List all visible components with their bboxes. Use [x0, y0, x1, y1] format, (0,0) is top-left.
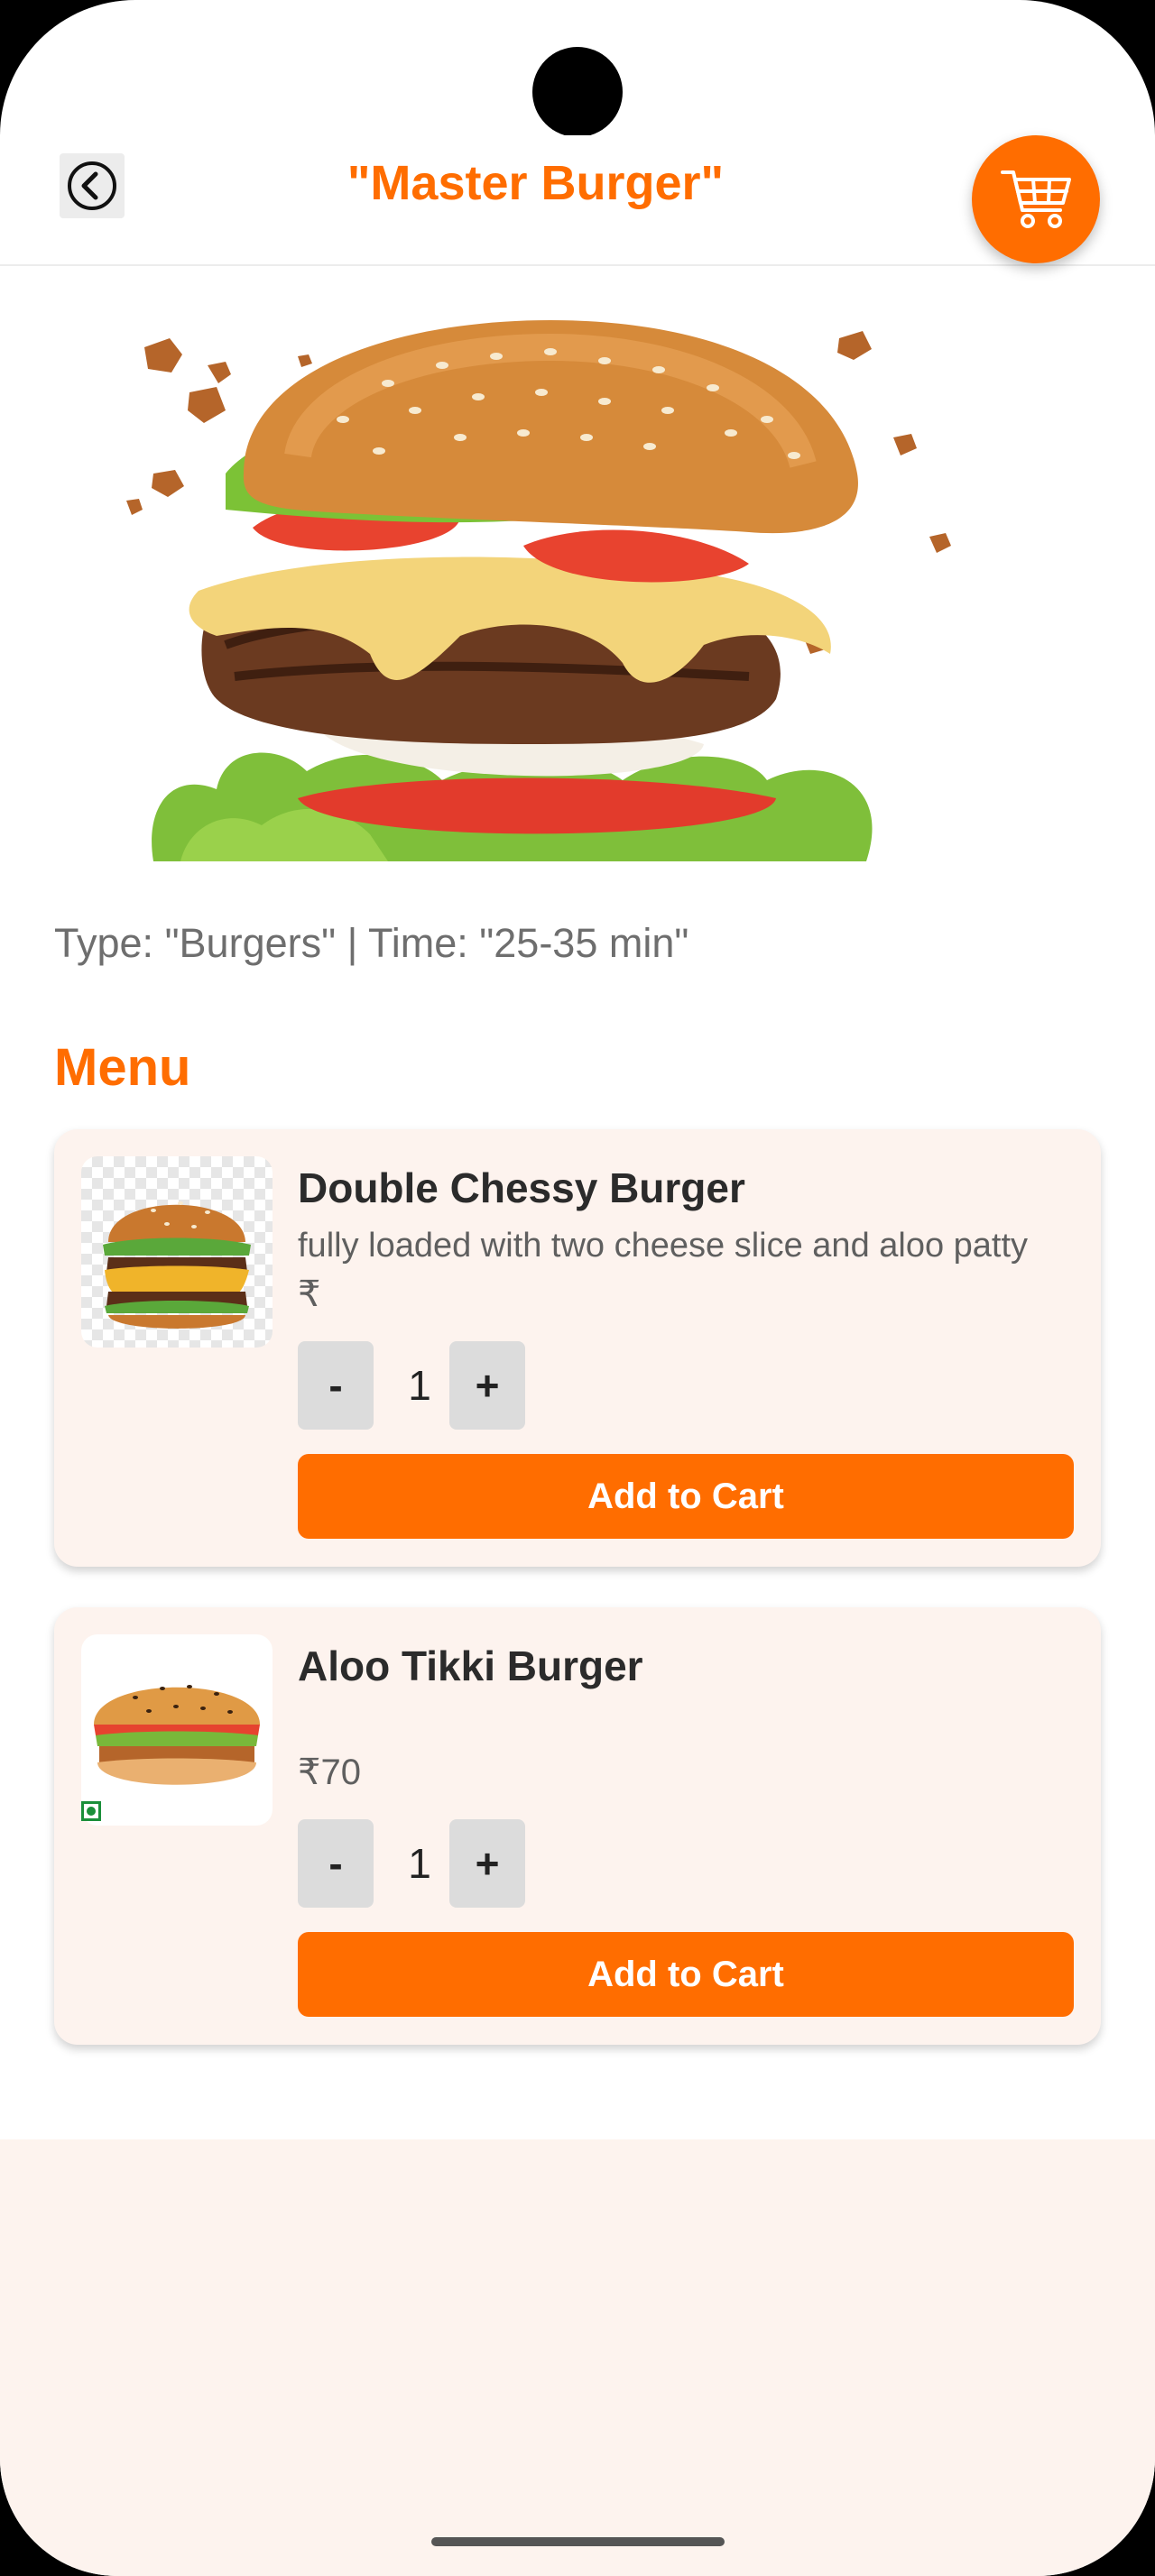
app-screen: "Master Burger" Type: "Burgers" | Time: … [0, 0, 1155, 2576]
front-camera [532, 47, 623, 137]
item-name: Double Chessy Burger [298, 1164, 745, 1211]
restaurant-meta: Type: "Burgers" | Time: "25-35 min" [54, 920, 689, 966]
page-title: "Master Burger" [346, 156, 725, 210]
increase-quantity-button[interactable]: + [449, 1341, 525, 1430]
quantity-value: 1 [408, 1840, 431, 1887]
top-app-bar: "Master Burger" [0, 135, 1155, 266]
veg-indicator-icon [81, 1801, 101, 1821]
item-price: ₹ [298, 1274, 321, 1314]
add-to-cart-button[interactable]: Add to Cart [298, 1932, 1074, 2017]
footer-area [0, 2139, 1155, 2576]
cart-button[interactable] [972, 135, 1100, 263]
menu-item-card: Aloo Tikki Burger ₹70 - 1 + Add to Cart [54, 1607, 1101, 2045]
restaurant-hero-image [126, 320, 951, 861]
add-to-cart-button[interactable]: Add to Cart [298, 1454, 1074, 1539]
decrease-quantity-button[interactable]: - [298, 1819, 374, 1908]
item-image [81, 1156, 273, 1348]
quantity-value: 1 [408, 1362, 431, 1409]
burger-image [103, 1201, 251, 1329]
menu-heading: Menu [54, 1038, 191, 1097]
decrease-quantity-button[interactable]: - [298, 1341, 374, 1430]
item-name: Aloo Tikki Burger [298, 1642, 643, 1689]
burger-image [94, 1685, 260, 1785]
home-indicator[interactable] [431, 2537, 725, 2546]
item-image [81, 1634, 273, 1826]
increase-quantity-button[interactable]: + [449, 1819, 525, 1908]
shopping-cart-icon [1001, 170, 1071, 228]
item-price: ₹70 [298, 1753, 361, 1792]
item-description: fully loaded with two cheese slice and a… [298, 1227, 1029, 1265]
menu-item-card: Double Chessy Burger fully loaded with t… [54, 1129, 1101, 1567]
